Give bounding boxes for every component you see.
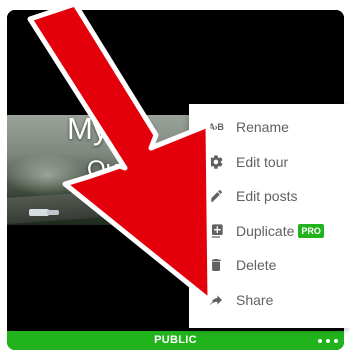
trash-icon bbox=[207, 256, 225, 274]
menu-item-share[interactable]: Share bbox=[189, 283, 350, 318]
menu-item-edit-tour[interactable]: Edit tour bbox=[189, 145, 350, 180]
menu-item-label: Rename bbox=[236, 119, 289, 136]
menu-item-label: Edit posts bbox=[236, 188, 298, 205]
dot-icon bbox=[318, 339, 322, 343]
menu-item-edit-posts[interactable]: Edit posts bbox=[189, 179, 350, 214]
dot-icon bbox=[326, 339, 330, 343]
cover-car-2 bbox=[47, 210, 59, 215]
menu-item-rename[interactable]: A›B Rename bbox=[189, 110, 350, 145]
menu-item-duplicate[interactable]: Duplicate PRO bbox=[189, 214, 350, 249]
gear-icon bbox=[207, 153, 225, 171]
status-bar: PUBLIC bbox=[7, 331, 344, 350]
tour-title: Mystic bbox=[67, 111, 155, 146]
menu-item-label: Delete bbox=[236, 257, 277, 274]
menu-item-label: Duplicate bbox=[236, 222, 295, 239]
dot-icon bbox=[334, 339, 338, 343]
tour-subtitle: Qu bbox=[87, 156, 120, 183]
cover-car bbox=[29, 209, 49, 216]
menu-item-label: Edit tour bbox=[236, 153, 289, 170]
pencil-icon bbox=[207, 187, 225, 205]
status-badge: PUBLIC bbox=[154, 334, 197, 346]
share-icon bbox=[207, 291, 225, 309]
context-menu: A›B Rename Edit tour Edit posts Duplicat… bbox=[189, 104, 350, 328]
stage: Mystic Qu PUBLIC A›B Rename Edit tour Ed… bbox=[0, 0, 350, 351]
more-options-button[interactable] bbox=[318, 336, 338, 346]
duplicate-icon bbox=[207, 222, 225, 240]
pro-badge: PRO bbox=[298, 223, 324, 238]
rename-icon: A›B bbox=[208, 122, 224, 133]
menu-item-delete[interactable]: Delete bbox=[189, 248, 350, 283]
menu-item-label: Share bbox=[236, 291, 274, 308]
